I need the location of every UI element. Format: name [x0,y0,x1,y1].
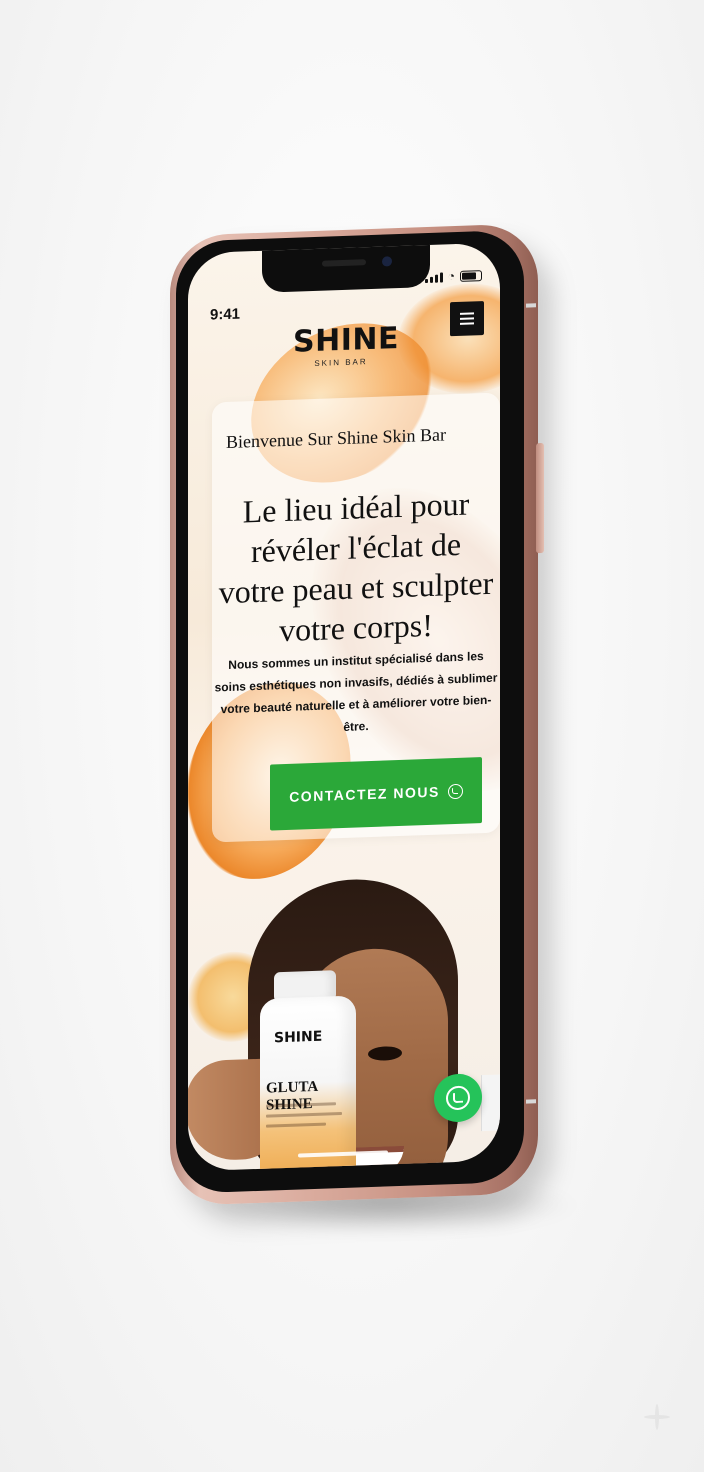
status-time: 9:41 [210,305,241,324]
bottle-label-text [266,1102,342,1135]
antenna-line [526,1099,536,1104]
contact-button[interactable]: CONTACTEZ NOUS [270,757,482,831]
product-bottle: SHINE GLUTA SHINE [256,969,360,1172]
hero-description: Nous sommes un institut spécialisé dans … [214,649,498,734]
hero-headline: Le lieu idéal pour révéler l'éclat de vo… [218,485,494,649]
camera-notch [262,242,430,293]
recaptcha-badge[interactable] [481,1074,500,1132]
wifi-icon: ◔ [447,269,455,284]
front-camera [382,256,392,267]
antenna-line [526,303,536,308]
hero-model-image: SHINE GLUTA SHINE [188,875,478,1172]
sparkle-icon [644,1404,670,1430]
bottle-brand: SHINE [274,1028,323,1047]
battery-icon [460,270,482,282]
hero-card: Bienvenue Sur Shine Skin Bar Le lieu idé… [212,392,500,843]
phone-bezel: 9:41 ◔ SHINE SKIN BAR Bienvenue Sur Shin… [176,229,524,1194]
welcome-text: Bienvenue Sur Shine Skin Bar [226,424,446,453]
speaker-grille [322,259,366,267]
side-button [536,442,544,554]
brand-logo[interactable]: SHINE SKIN BAR [293,321,399,368]
phone-screen: 9:41 ◔ SHINE SKIN BAR Bienvenue Sur Shin… [188,242,500,1172]
phone-mockup: 9:41 ◔ SHINE SKIN BAR Bienvenue Sur Shin… [170,223,544,1206]
logo-wordmark: SHINE [293,321,399,360]
hamburger-icon [460,317,474,320]
whatsapp-icon [446,1085,470,1111]
status-icons: ◔ [424,269,482,284]
menu-button[interactable] [450,301,484,337]
whatsapp-icon [447,783,463,799]
contact-button-label: CONTACTEZ NOUS [289,783,440,805]
